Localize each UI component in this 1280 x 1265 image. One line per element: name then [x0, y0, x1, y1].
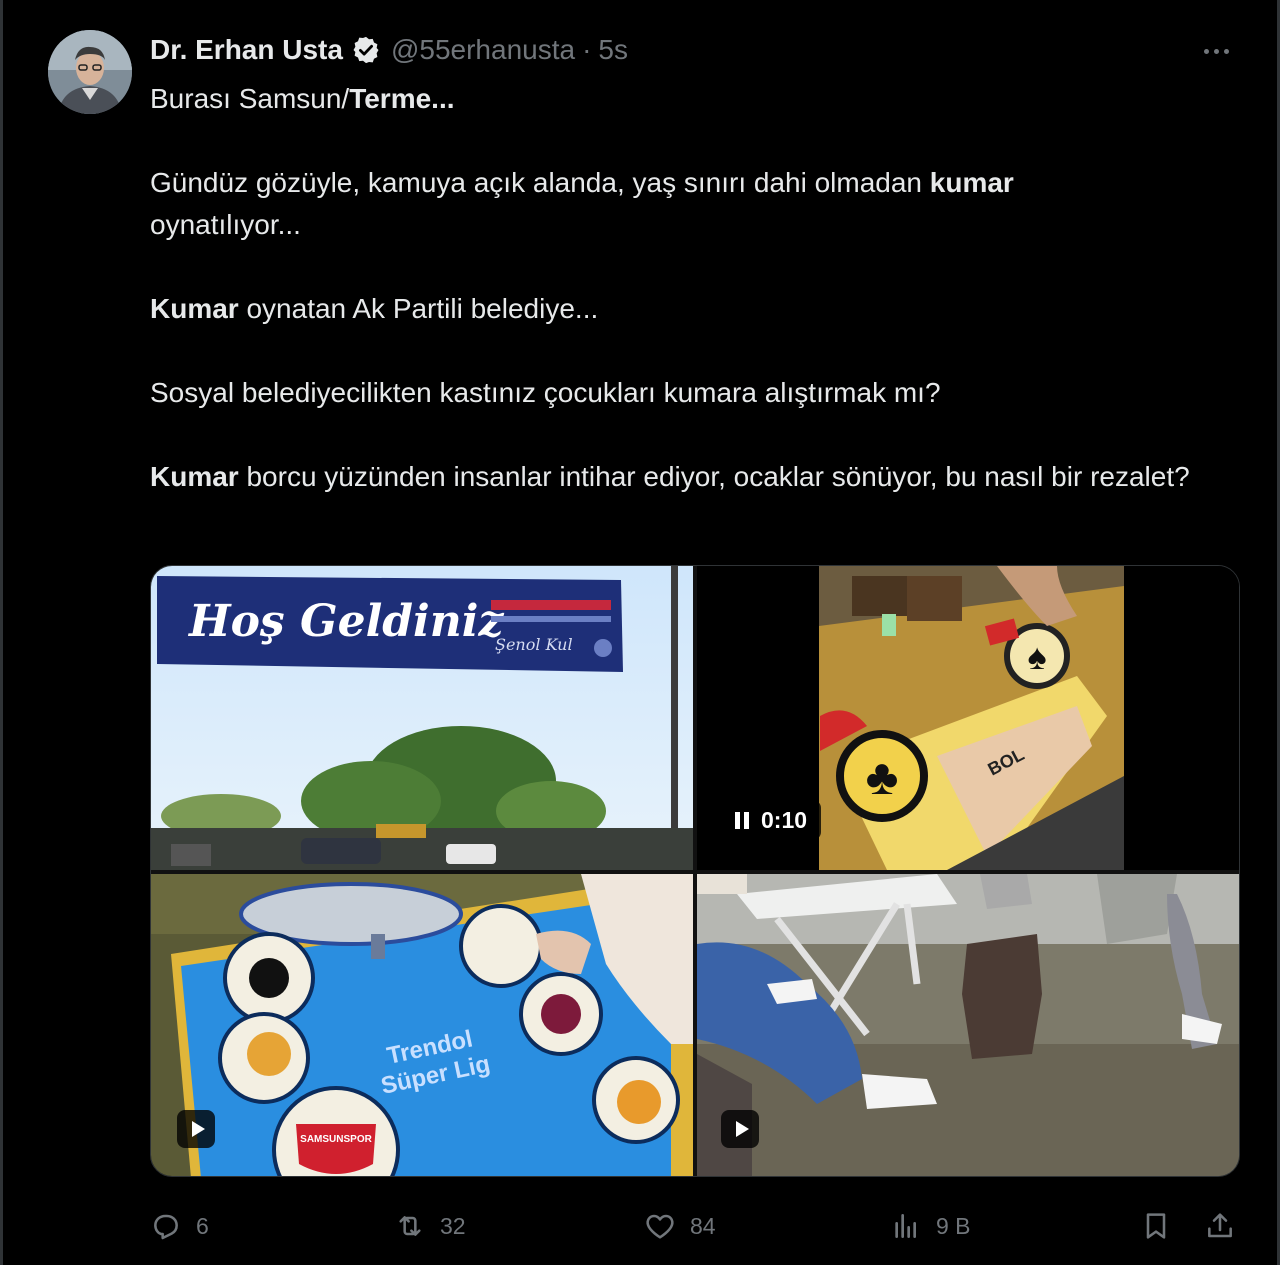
tweet-line-2: Gündüz gözüyle, kamuya açık alanda, yaş … — [150, 162, 1240, 246]
media-video-cards[interactable]: ♣ ♠ BOL 0:10 — [697, 566, 1239, 870]
tweet-line-5: Kumar borcu yüzünden insanlar intihar ed… — [150, 456, 1240, 498]
reply-count: 6 — [196, 1212, 209, 1239]
club-symbol: ♣ — [866, 749, 899, 805]
views-chart-icon — [895, 1214, 916, 1238]
banner-welcome-text: Hoş Geldiniz — [187, 596, 504, 647]
verified-badge-icon[interactable] — [351, 35, 381, 65]
repost-button[interactable]: 32 — [394, 1206, 466, 1246]
text-fragment: Burası Samsun/ — [150, 83, 350, 114]
pause-icon[interactable] — [735, 811, 749, 829]
banner-signature: Şenol Kul — [495, 635, 573, 654]
reply-button[interactable]: 6 — [150, 1206, 209, 1246]
like-count: 84 — [690, 1212, 716, 1239]
tweet-line-1: Burası Samsun/Terme... — [150, 78, 1240, 120]
text-bold: Kumar — [150, 461, 239, 492]
video-controls[interactable]: 0:10 — [721, 800, 822, 840]
play-icon[interactable] — [721, 1110, 759, 1148]
reply-icon — [154, 1214, 178, 1240]
heart-icon — [646, 1214, 674, 1239]
views-button[interactable]: 9 B — [890, 1206, 971, 1246]
share-icon — [1208, 1213, 1232, 1238]
tweet-line-4: Sosyal belediyecilikten kastınız çocukla… — [150, 377, 941, 408]
timestamp[interactable]: 5s — [598, 34, 628, 66]
text-fragment: borcu yüzünden insanlar intihar ediyor, … — [238, 461, 1190, 492]
video-duration: 0:10 — [761, 806, 808, 833]
author-handle[interactable]: @55erhanusta — [391, 34, 575, 66]
share-button[interactable] — [1204, 1206, 1236, 1246]
action-bar: 6 32 84 9 B — [150, 1206, 1240, 1246]
author-name[interactable]: Dr. Erhan Usta — [150, 34, 343, 66]
spade-symbol: ♠ — [1027, 636, 1046, 677]
tweet-text: Burası Samsun/Terme... Gündüz gözüyle, k… — [150, 78, 1240, 498]
more-dots-icon[interactable] — [1196, 36, 1236, 66]
text-fragment: oynatılıyor... — [150, 209, 301, 240]
bookmark-button[interactable] — [1140, 1206, 1172, 1246]
separator: · — [582, 34, 592, 65]
like-button[interactable]: 84 — [644, 1206, 716, 1246]
text-fragment: Gündüz gözüyle, kamuya açık alanda, yaş … — [150, 167, 930, 198]
tweet-header: Dr. Erhan Usta @55erhanusta · 5s — [150, 32, 628, 68]
text-bold: Kumar — [150, 293, 239, 324]
bookmark-icon — [1146, 1213, 1166, 1239]
samsunspor-logo-text: SAMSUNSPOR — [300, 1134, 372, 1145]
views-count: 9 B — [936, 1212, 971, 1239]
text-bold: Terme... — [349, 83, 455, 114]
text-fragment: oynatan Ak Partili belediye... — [238, 293, 599, 324]
media-grid: Hoş Geldiniz Şenol Kul ♣ ♠ BOL 0:10 SAMS… — [150, 565, 1240, 1177]
tweet-line-3: Kumar oynatan Ak Partili belediye... — [150, 288, 1240, 330]
play-icon[interactable] — [177, 1110, 215, 1148]
media-video-board[interactable]: SAMSUNSPOR Trendol Süper Lig — [151, 874, 693, 1176]
avatar[interactable] — [48, 30, 132, 114]
media-video-stools[interactable] — [697, 874, 1239, 1176]
media-image-banner[interactable]: Hoş Geldiniz Şenol Kul — [151, 566, 693, 870]
repost-count: 32 — [440, 1212, 466, 1239]
repost-icon — [399, 1216, 421, 1236]
text-bold: kumar — [929, 167, 1014, 198]
